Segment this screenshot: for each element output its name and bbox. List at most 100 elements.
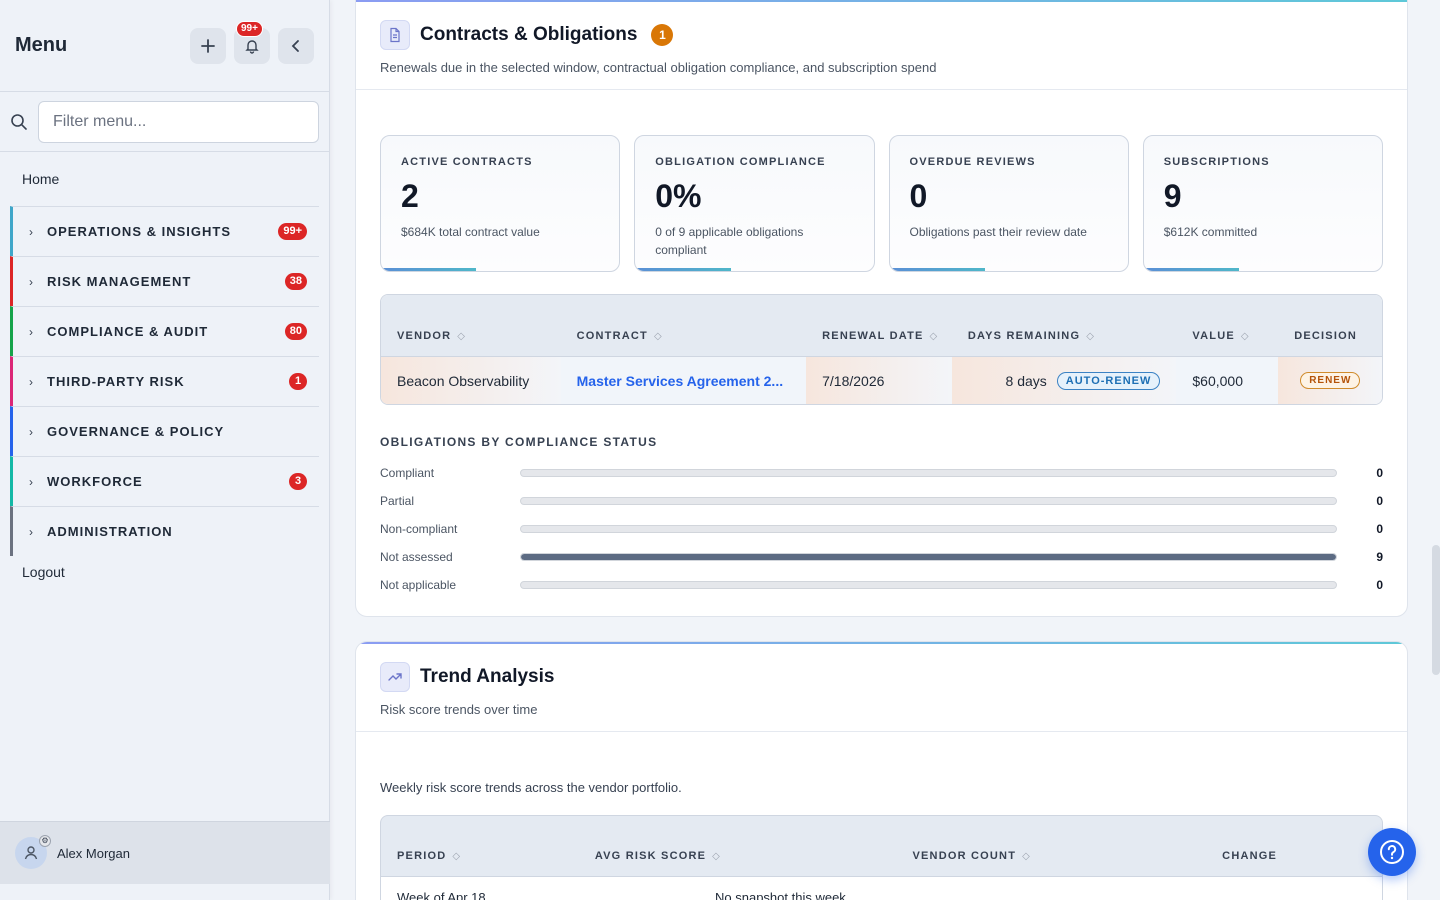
trend-table-header: PERIOD ◇ AVG RISK SCORE ◇ VENDOR COUNT ◇ CH…: [380, 815, 1383, 877]
section-label: RISK MANAGEMENT: [47, 274, 192, 289]
stat-obligation-compliance[interactable]: OBLIGATION COMPLIANCE 0% 0 of 9 applicab…: [634, 135, 875, 272]
chevron-left-icon: [291, 39, 299, 52]
document-icon: [380, 20, 410, 50]
sidebar-section-workforce[interactable]: › WORKFORCE 3: [10, 456, 319, 506]
col-label: VALUE: [1192, 330, 1235, 342]
cell-renewal-date: 7/18/2026: [806, 357, 952, 404]
stat-overdue-reviews[interactable]: OVERDUE REVIEWS 0 Obligations past their…: [888, 135, 1129, 272]
obligation-count: 0: [1376, 522, 1383, 536]
obligation-label: Compliant: [380, 466, 435, 480]
col-label: DAYS REMAINING: [967, 330, 1081, 342]
sidebar-search: [0, 92, 329, 152]
contracts-count-badge: 1: [651, 24, 674, 46]
col-days-remaining[interactable]: DAYS REMAINING ◇: [952, 330, 1177, 342]
notifications-button[interactable]: 99+: [234, 20, 270, 64]
section-label: COMPLIANCE & AUDIT: [47, 324, 209, 339]
stat-accent-bar: [889, 268, 985, 271]
obligations-title: OBLIGATIONS BY COMPLIANCE STATUS: [380, 435, 658, 449]
sidebar-section-risk-management[interactable]: › RISK MANAGEMENT 38: [10, 256, 319, 306]
settings-gear-icon: ⚙: [39, 835, 51, 847]
nav-home[interactable]: Home: [0, 152, 329, 206]
section-count-badge: 3: [289, 473, 307, 490]
col-label: PERIOD: [397, 850, 447, 862]
help-icon: [1380, 840, 1404, 864]
col-label: CONTRACT: [576, 330, 648, 342]
sidebar-title: Menu: [15, 34, 68, 56]
stat-label: OVERDUE REVIEWS: [909, 156, 1036, 168]
stat-subtext: $684K total contract value: [401, 225, 540, 239]
main-content: Contracts & Obligations 1 Renewals due i…: [355, 0, 1408, 900]
chevron-right-icon: ›: [29, 524, 33, 539]
days-remaining-value: 8 days: [1005, 372, 1047, 389]
stat-active-contracts[interactable]: ACTIVE CONTRACTS 2 $684K total contract …: [380, 135, 621, 272]
col-label: AVG RISK SCORE: [594, 850, 707, 862]
col-renewal-date[interactable]: RENEWAL DATE ◇: [806, 330, 952, 342]
col-avg-risk-score[interactable]: AVG RISK SCORE ◇: [579, 850, 897, 862]
sidebar-section-governance-policy[interactable]: › GOVERNANCE & POLICY: [10, 406, 319, 456]
stat-subtext: $612K committed: [1163, 225, 1258, 239]
sidebar-section-third-party-risk[interactable]: › THIRD-PARTY RISK 1: [10, 356, 319, 406]
sidebar-section-compliance-audit[interactable]: › COMPLIANCE & AUDIT 80: [10, 306, 319, 356]
cell-value: $60,000: [1176, 357, 1279, 404]
chevron-right-icon: ›: [29, 274, 33, 289]
section-label: OPERATIONS & INSIGHTS: [47, 224, 231, 239]
section-label: WORKFORCE: [47, 474, 143, 489]
stat-accent-bar: [381, 268, 477, 271]
col-vendor[interactable]: VENDOR ◇: [381, 330, 561, 342]
obligation-bar-track: [520, 469, 1337, 477]
obligation-count: 0: [1376, 578, 1383, 592]
stat-value: 2: [401, 178, 419, 214]
section-label: GOVERNANCE & POLICY: [47, 424, 225, 439]
section-count-badge: 1: [289, 373, 307, 390]
sidebar-section-administration[interactable]: › ADMINISTRATION: [10, 506, 319, 556]
add-button[interactable]: [190, 27, 226, 64]
trend-description: Weekly risk score trends across the vend…: [380, 780, 682, 795]
col-value[interactable]: VALUE ◇: [1176, 330, 1278, 342]
trend-subtitle: Risk score trends over time: [380, 702, 538, 717]
table-row[interactable]: Beacon Observability Master Services Agr…: [381, 357, 1382, 404]
section-label: ADMINISTRATION: [47, 524, 173, 539]
sort-icon: ◇: [929, 330, 939, 342]
contracts-subtitle: Renewals due in the selected window, con…: [380, 60, 937, 75]
notification-badge: 99+: [236, 20, 263, 37]
sort-icon: ◇: [653, 330, 663, 342]
col-vendor-count[interactable]: VENDOR COUNT ◇: [896, 850, 1206, 862]
col-label: RENEWAL DATE: [822, 330, 924, 342]
obligation-row: Not applicable 0: [380, 571, 1383, 599]
avatar[interactable]: ⚙: [15, 835, 51, 869]
obligation-row: Not assessed 9: [380, 543, 1383, 571]
sort-icon: ◇: [712, 850, 722, 862]
bell-icon: [245, 39, 259, 54]
contract-link[interactable]: Master Services Agreement 2...: [577, 373, 783, 389]
sort-icon: ◇: [1022, 850, 1031, 862]
logout-link[interactable]: Logout: [0, 556, 329, 598]
col-decision: DECISION: [1278, 330, 1382, 342]
chevron-right-icon: ›: [29, 374, 33, 389]
sort-icon: ◇: [452, 850, 462, 862]
scrollbar-thumb[interactable]: [1432, 545, 1440, 675]
cell-contract: Master Services Agreement 2...: [560, 357, 807, 404]
user-profile[interactable]: ⚙ Alex Morgan: [0, 821, 330, 884]
renewals-table: VENDOR ◇ CONTRACT ◇ RENEWAL DATE ◇ DAYS REM…: [380, 294, 1383, 405]
help-button[interactable]: [1368, 828, 1416, 876]
sidebar-sections: › OPERATIONS & INSIGHTS 99+ › RISK MANAGEMEN…: [0, 206, 329, 556]
col-period[interactable]: PERIOD ◇: [381, 850, 579, 862]
table-row[interactable]: Week of Apr 18 No snapshot this week: [380, 877, 1383, 900]
chevron-right-icon: ›: [29, 424, 33, 439]
filter-menu-input[interactable]: [38, 100, 319, 143]
obligation-count: 0: [1376, 466, 1383, 480]
sidebar-section-operations-insights[interactable]: › OPERATIONS & INSIGHTS 99+: [10, 206, 319, 256]
stat-value: 0%: [655, 178, 702, 214]
trend-analysis-card: Trend Analysis Risk score trends over ti…: [355, 641, 1408, 900]
chevron-right-icon: ›: [29, 224, 33, 239]
sort-icon: ◇: [1086, 330, 1096, 342]
col-contract[interactable]: CONTRACT ◇: [561, 330, 807, 342]
stat-subscriptions[interactable]: SUBSCRIPTIONS 9 $612K committed: [1142, 135, 1383, 272]
cell-vendor: Beacon Observability: [381, 357, 561, 404]
renew-decision-badge[interactable]: RENEW: [1300, 372, 1361, 389]
sidebar-header: Menu 99+: [0, 0, 329, 92]
col-label: DECISION: [1294, 330, 1357, 342]
obligation-bar-fill: [521, 554, 1336, 560]
col-label: VENDOR: [397, 330, 452, 342]
collapse-sidebar-button[interactable]: [278, 27, 314, 64]
